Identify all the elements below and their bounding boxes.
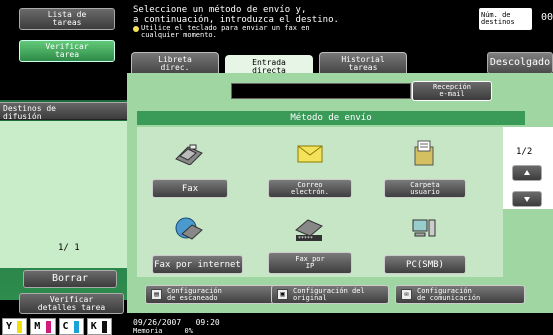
original-settings-button[interactable]: ▣ Configuración del original xyxy=(271,285,389,304)
instruction-text: Seleccione un método de envío y, a conti… xyxy=(133,5,433,39)
toner-magenta-label: M xyxy=(34,321,41,332)
instruction-line-4: cualquier momento. xyxy=(141,31,217,39)
arrow-up-icon xyxy=(524,170,530,175)
internet-fax-button[interactable]: Fax por internet xyxy=(152,255,243,274)
original-settings-icon: ▣ xyxy=(277,289,288,300)
fax-machine-icon xyxy=(174,143,204,166)
comm-settings-button[interactable]: ✉ Configuración de comunicación xyxy=(395,285,525,304)
fax-button[interactable]: Fax xyxy=(152,179,228,198)
tab-address-book[interactable]: Libreta direc. xyxy=(131,52,219,74)
pc-smb-button[interactable]: PC(SMB) xyxy=(384,255,466,274)
toner-indicators: Y M C K xyxy=(2,318,112,335)
memory-value: 0% xyxy=(184,327,193,335)
destination-input[interactable] xyxy=(231,83,411,99)
email-envelope-icon xyxy=(297,144,323,164)
ip-fax-icon: ***** xyxy=(292,216,326,242)
broadcast-header: Destinos de difusión xyxy=(0,102,127,121)
scroll-up-button[interactable] xyxy=(512,165,542,181)
toner-black-bar xyxy=(102,321,107,333)
verify-details-button[interactable]: Verificar detalles tarea xyxy=(19,293,124,314)
toner-black-label: K xyxy=(90,321,97,332)
scan-settings-label: Configuración de escaneado xyxy=(167,286,222,302)
email-button[interactable]: Correo electrón. xyxy=(268,179,352,198)
info-bullet-icon xyxy=(133,26,139,32)
toner-magenta: M xyxy=(30,318,56,335)
user-box-folder-icon xyxy=(411,139,437,167)
toner-cyan-bar xyxy=(73,321,79,333)
datetime: 09/26/2007 09:20 xyxy=(133,318,220,327)
verify-task-button[interactable]: Verificar tarea xyxy=(19,40,115,62)
toner-black: K xyxy=(86,318,112,335)
toner-cyan-label: C xyxy=(62,321,69,332)
memory-status: Memoria 0% xyxy=(133,327,193,335)
destination-count-box: Núm. de destinos xyxy=(479,8,532,30)
comm-settings-icon: ✉ xyxy=(401,289,412,300)
ip-fax-button[interactable]: Fax por IP xyxy=(268,252,352,274)
broadcast-counter: 1/ 1 xyxy=(58,243,80,253)
destination-count-value: 00 xyxy=(541,12,553,23)
memory-label: Memoria xyxy=(133,327,163,335)
toner-yellow: Y xyxy=(2,318,28,335)
toner-yellow-bar xyxy=(17,321,23,333)
pc-computer-icon xyxy=(411,218,437,240)
scan-settings-icon: ▤ xyxy=(151,289,162,300)
internet-fax-icon xyxy=(174,216,204,240)
hang-up-button[interactable]: Descolgado xyxy=(487,52,553,74)
toner-yellow-label: Y xyxy=(6,321,13,332)
instruction-line-1: Seleccione un método de envío y, xyxy=(133,5,307,15)
clear-button[interactable]: Borrar xyxy=(23,270,117,288)
scroll-down-button[interactable] xyxy=(512,191,542,207)
scan-settings-button[interactable]: ▤ Configuración de escaneado xyxy=(145,285,275,304)
user-box-button[interactable]: Carpeta usuario xyxy=(384,179,466,198)
page-indicator: 1/2 xyxy=(516,147,533,157)
toner-cyan: C xyxy=(58,318,84,335)
tab-history[interactable]: Historial tareas xyxy=(319,52,407,74)
svg-text:*****: ***** xyxy=(298,236,313,242)
email-reception-button[interactable]: Recepción e-mail xyxy=(412,81,492,101)
arrow-down-icon xyxy=(524,197,530,202)
comm-settings-label: Configuración de comunicación xyxy=(417,286,481,302)
original-settings-label: Configuración del original xyxy=(293,286,365,302)
toner-magenta-bar xyxy=(45,321,51,333)
method-title: Método de envío xyxy=(137,111,525,125)
task-list-button[interactable]: Lista de tareas xyxy=(19,8,115,30)
